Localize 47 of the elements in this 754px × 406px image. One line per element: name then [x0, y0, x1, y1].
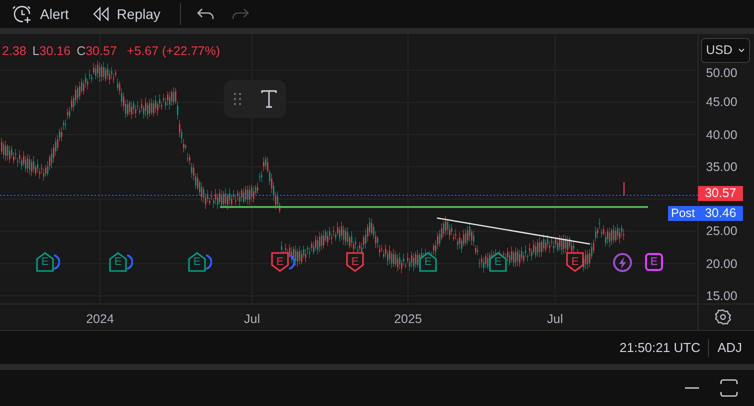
adjustment-toggle[interactable]: ADJ: [709, 338, 742, 358]
time-tick: 2025: [393, 311, 423, 328]
price-tick: 45.00: [706, 95, 738, 110]
earnings-marker[interactable]: E: [489, 252, 507, 272]
settings-icon[interactable]: [715, 309, 731, 325]
price-tick: 50.00: [706, 66, 738, 80]
time-tick: Jul: [546, 311, 564, 328]
dividend-icon[interactable]: [289, 254, 295, 270]
dividend-icon[interactable]: [206, 254, 212, 270]
ohlc-value: L30.16: [32, 43, 71, 60]
earnings-marker[interactable]: E: [566, 252, 584, 272]
price-tick: 25.00: [706, 224, 738, 238]
ohlc-value: 2.38: [2, 43, 26, 60]
price-tick: 20.00: [706, 256, 738, 270]
alert-button[interactable]: Alert: [12, 4, 69, 24]
earnings-marker[interactable]: E: [645, 253, 663, 271]
maximize-icon[interactable]: [720, 379, 738, 397]
earnings-marker[interactable]: E: [346, 252, 364, 272]
price-tick: 35.00: [706, 160, 738, 174]
alarm-clock-icon: [12, 4, 32, 24]
undo-icon[interactable]: [197, 7, 216, 21]
dividend-icon[interactable]: [127, 254, 133, 270]
price-tick: 40.00: [706, 128, 738, 142]
post-market-tag: Post: [668, 206, 698, 221]
time-tick: 2024: [85, 311, 115, 328]
earnings-marker[interactable]: E: [36, 252, 54, 272]
price-tick: 15.00: [706, 288, 738, 303]
status-time: 21:50:21 UTC: [620, 338, 702, 357]
time-tick: Jul: [243, 311, 261, 328]
price-change: +5.67 (+22.77%): [126, 43, 220, 60]
replay-button[interactable]: Replay: [92, 4, 160, 24]
earnings-marker[interactable]: E: [188, 252, 206, 272]
trend-line[interactable]: [436, 217, 590, 245]
ohlc-value: C30.57: [76, 43, 117, 60]
rewind-icon: [92, 7, 109, 21]
earnings-marker[interactable]: E: [109, 252, 127, 272]
post-market-price: 30.46: [698, 206, 743, 221]
dividend-icon[interactable]: [54, 254, 60, 270]
drag-handle-icon[interactable]: [234, 93, 242, 105]
last-price-label: 30.57: [698, 186, 743, 201]
text-tool-icon[interactable]: [260, 90, 276, 108]
lightning-icon[interactable]: [613, 253, 632, 272]
chevron-down-icon: [738, 48, 746, 53]
currency-dropdown[interactable]: USD: [701, 38, 750, 63]
earnings-marker[interactable]: E: [271, 252, 289, 272]
earnings-marker[interactable]: E: [419, 252, 437, 272]
minimize-icon[interactable]: [684, 386, 700, 390]
